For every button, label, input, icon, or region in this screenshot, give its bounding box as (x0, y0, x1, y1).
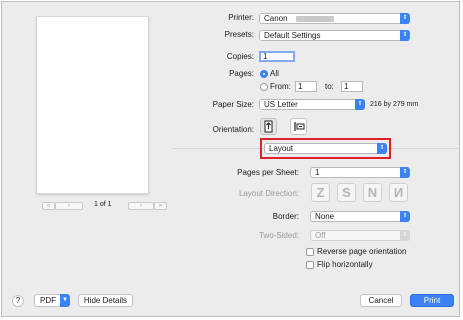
print-dialog: « ‹ 1 of 1 › » Printer: Canon ⇕ Presets:… (1, 1, 460, 317)
two-sided-popup[interactable]: Off ⇕ (310, 230, 410, 241)
layout-direction-z[interactable]: Z (311, 183, 330, 202)
chevron-updown-icon: ⇕ (400, 211, 410, 222)
help-icon: ? (15, 296, 21, 305)
copies-field[interactable]: 1 (259, 51, 295, 62)
chevron-updown-icon: ⇕ (400, 30, 410, 41)
pages-all-label: All (270, 69, 279, 78)
pages-per-sheet-value: 1 (315, 168, 320, 177)
layout-direction-label: Layout Direction: (238, 189, 299, 198)
printer-value: Canon (264, 14, 288, 23)
paper-dimensions: 216 by 279 mm (370, 101, 419, 108)
help-button[interactable]: ? (12, 295, 24, 307)
border-label: Border: (272, 212, 299, 221)
pages-per-sheet-popup[interactable]: 1 ⇕ (310, 167, 410, 178)
two-sided-label: Two-Sided: (258, 231, 299, 240)
landscape-orientation-button[interactable] (290, 118, 307, 135)
print-button[interactable]: Print (410, 294, 454, 307)
previous-page-button[interactable]: ‹ (55, 202, 83, 210)
page-indicator: 1 of 1 (94, 201, 112, 208)
cancel-button[interactable]: Cancel (360, 294, 402, 307)
layout-direction-n-mirrored[interactable]: N (389, 183, 408, 202)
pages-all-radio[interactable] (260, 70, 268, 78)
two-sided-value: Off (315, 231, 326, 240)
reverse-orientation-checkbox[interactable] (306, 248, 314, 256)
next-page-button[interactable]: › (128, 202, 154, 210)
layout-direction-n[interactable]: N (363, 183, 382, 202)
copies-label: Copies: (226, 52, 254, 61)
section-value: Layout (269, 144, 294, 153)
chevron-updown-icon: ⇕ (400, 230, 410, 241)
paper-size-popup[interactable]: US Letter ⇕ (259, 99, 365, 110)
page-preview (36, 16, 149, 194)
pages-to-label: to: (325, 82, 334, 91)
pages-to-field[interactable]: 1 (341, 81, 363, 92)
chevron-updown-icon: ⇕ (400, 13, 410, 24)
pages-label: Pages: (229, 69, 254, 78)
section-popup[interactable]: Layout ⇕ (264, 143, 387, 154)
pages-per-sheet-label: Pages per Sheet: (237, 168, 299, 177)
flip-horizontally-label: Flip horizontally (317, 260, 373, 269)
pages-from-field[interactable]: 1 (295, 81, 317, 92)
paper-size-label: Paper Size: (212, 100, 254, 109)
printer-label: Printer: (228, 13, 254, 22)
border-popup[interactable]: None ⇕ (310, 211, 410, 222)
chevron-updown-icon: ⇕ (400, 167, 410, 178)
pdf-label: PDF (40, 296, 56, 305)
pdf-menu-button[interactable]: PDF ▼ (34, 294, 70, 307)
chevron-updown-icon: ⇕ (377, 143, 387, 154)
portrait-orientation-button[interactable] (260, 118, 277, 135)
portrait-icon (264, 120, 273, 133)
flip-horizontally-checkbox[interactable] (306, 261, 314, 269)
pages-range-radio[interactable] (260, 83, 268, 91)
hide-details-button[interactable]: Hide Details (78, 294, 133, 307)
last-page-button[interactable]: » (154, 202, 167, 210)
orientation-label: Orientation: (212, 125, 254, 134)
first-page-button[interactable]: « (42, 202, 55, 210)
reverse-orientation-label: Reverse page orientation (317, 247, 407, 256)
landscape-icon (294, 122, 305, 131)
presets-value: Default Settings (264, 31, 321, 40)
paper-size-value: US Letter (264, 100, 298, 109)
layout-direction-s[interactable]: S (337, 183, 356, 202)
presets-popup[interactable]: Default Settings ⇕ (259, 30, 410, 41)
pages-from-label: From: (270, 82, 291, 91)
printer-popup[interactable]: Canon ⇕ (259, 13, 410, 24)
chevron-updown-icon: ⇕ (355, 99, 365, 110)
chevron-down-icon: ▼ (60, 294, 70, 307)
border-value: None (315, 212, 335, 221)
presets-label: Presets: (224, 30, 254, 39)
redacted-printer-model (296, 16, 334, 22)
